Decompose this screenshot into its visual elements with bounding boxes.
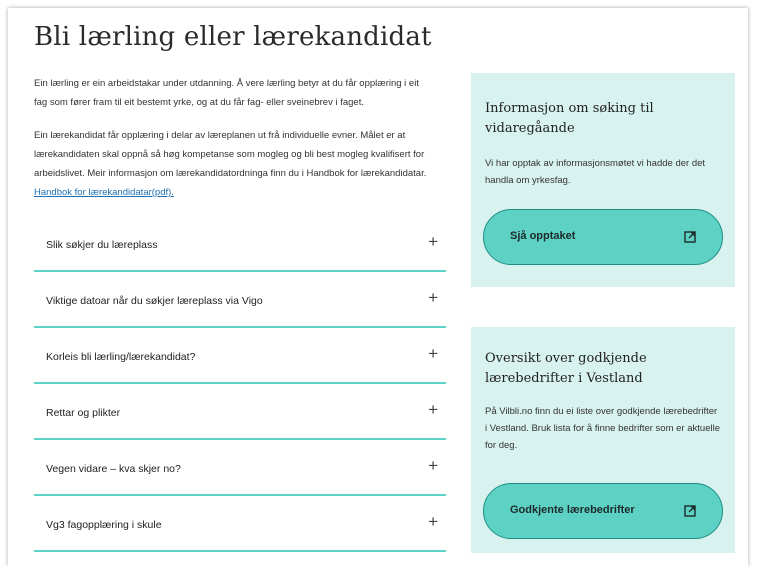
card-text: På Vilbli.no finn du ei liste over godkj… [485, 406, 720, 451]
accordion-item-label: Korleis bli lærling/lærekandidat? [46, 351, 196, 363]
accordion-item-vegen-vidare[interactable]: Vegen vidare – kva skjer no? + [34, 440, 446, 496]
intro-text: Ein lærling er ein arbeidstakar under ut… [34, 74, 434, 216]
intro-paragraph-2: Ein lærekandidat får opplæring i delar a… [34, 126, 434, 202]
accordion-item-label: Vg3 fagopplæring i skule [46, 519, 162, 531]
info-card-opptak: Informasjon om søking til vidaregåande V… [471, 73, 735, 287]
page-frame: Bli lærling eller lærekandidat Ein lærli… [8, 8, 748, 566]
button-label: Sjå opptaket [510, 230, 576, 242]
plus-icon: + [428, 232, 438, 251]
plus-icon: + [428, 288, 438, 307]
accordion-item-korleis-bli[interactable]: Korleis bli lærling/lærekandidat? + [34, 328, 446, 384]
accordion: Slik søkjer du læreplass + Viktige datoa… [34, 216, 446, 552]
intro-paragraph-1: Ein lærling er ein arbeidstakar under ut… [34, 78, 419, 108]
accordion-item-label: Rettar og plikter [46, 407, 121, 419]
accordion-item-label: Viktige datoar når du søkjer læreplass v… [46, 295, 263, 307]
godkjente-laerebedrifter-button[interactable]: Godkjente lærebedrifter [483, 483, 723, 539]
card-title: Oversikt over godkjende lærebedrifter i … [485, 351, 647, 386]
plus-icon: + [428, 456, 438, 475]
card-text: Vi har opptak av informasjonsmøtet vi ha… [485, 158, 706, 186]
sja-opptaket-button[interactable]: Sjå opptaket [483, 209, 723, 265]
accordion-item-label: Slik søkjer du læreplass [46, 239, 158, 251]
external-link-icon [684, 505, 696, 517]
plus-icon: + [428, 400, 438, 419]
external-link-icon [684, 231, 696, 243]
button-label: Godkjente lærebedrifter [510, 504, 635, 516]
info-card-laerebedrifter: Oversikt over godkjende lærebedrifter i … [471, 327, 735, 553]
accordion-item-viktige-datoar[interactable]: Viktige datoar når du søkjer læreplass v… [34, 272, 446, 328]
card-title: Informasjon om søking til vidaregåande [485, 101, 654, 136]
accordion-item-slik-sokjer[interactable]: Slik søkjer du læreplass + [34, 216, 446, 272]
intro-paragraph-2-text: Ein lærekandidat får opplæring i delar a… [34, 130, 427, 179]
plus-icon: + [428, 344, 438, 363]
accordion-item-vg3[interactable]: Vg3 fagopplæring i skule + [34, 496, 446, 552]
handbook-pdf-link[interactable]: Handbok for lærekandidatar(pdf). [34, 187, 174, 198]
page-title: Bli lærling eller lærekandidat [34, 22, 432, 52]
accordion-item-rettar[interactable]: Rettar og plikter + [34, 384, 446, 440]
plus-icon: + [428, 512, 438, 531]
accordion-item-label: Vegen vidare – kva skjer no? [46, 463, 181, 475]
